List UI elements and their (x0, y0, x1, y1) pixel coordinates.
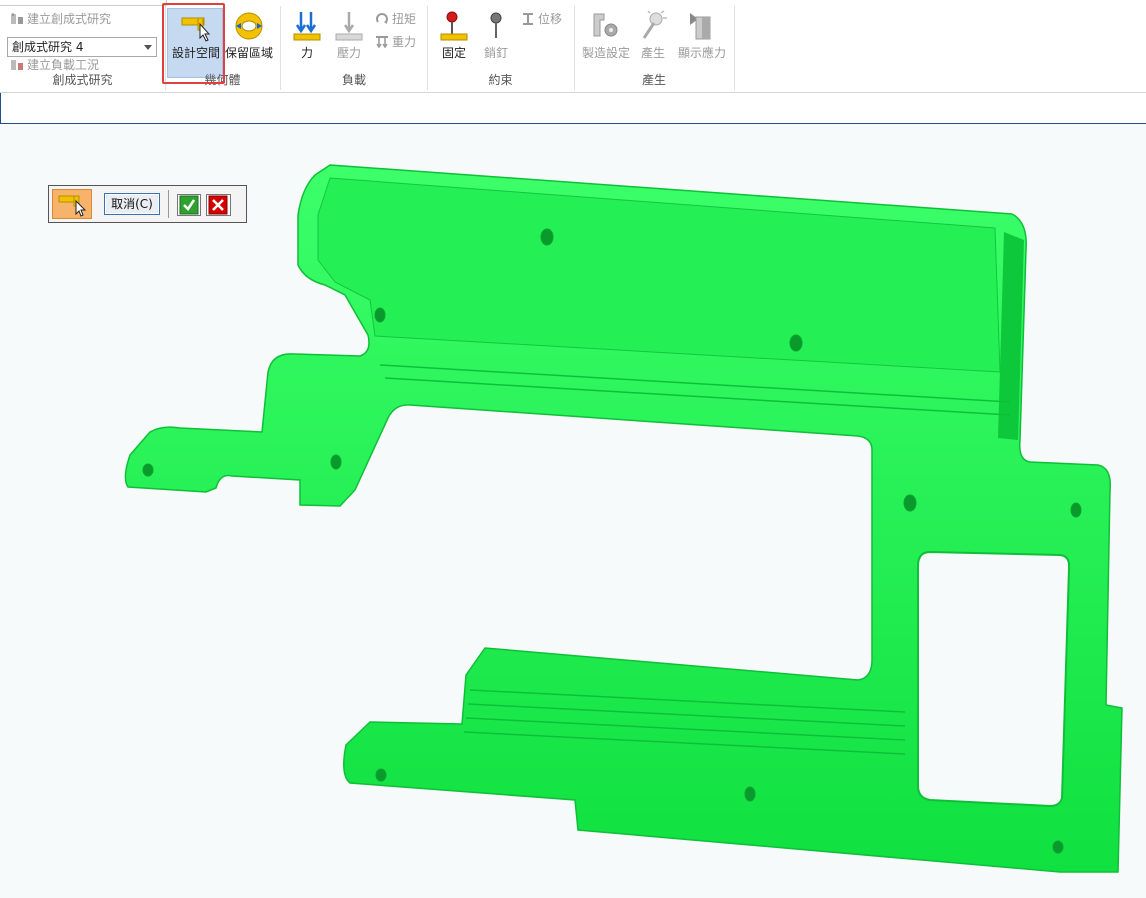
cancel-button[interactable]: 取消(C) (104, 193, 160, 215)
part-model[interactable] (0, 125, 1146, 898)
study-select-value: 創成式研究 4 (12, 40, 84, 54)
group-constraints: 固定 銷釘 位移 約束 (427, 6, 575, 90)
group-label-constraints: 約束 (488, 73, 513, 87)
group-generative-study: 建立創成式研究 創成式研究 4 建立負載工況 創成式研究 (0, 6, 166, 90)
command-strip (0, 93, 1146, 124)
displacement-label: 位移 (538, 12, 563, 26)
show-stress-button[interactable]: 顯示應力 (675, 6, 729, 61)
displacement-icon (523, 12, 533, 25)
pressure-label: 壓力 (336, 46, 361, 60)
group-label-generate: 產生 (641, 73, 666, 87)
generate-label: 產生 (640, 46, 665, 60)
displacement-button[interactable]: 位移 (521, 10, 562, 27)
design-space-icon (58, 195, 87, 217)
preserved-region-button[interactable]: 保留區域 (224, 6, 274, 61)
accept-button[interactable] (177, 194, 201, 216)
force-label: 力 (300, 46, 313, 60)
pin-label: 銷釘 (483, 46, 508, 60)
fixed-button[interactable]: 固定 (437, 6, 471, 61)
graphics-viewport[interactable] (0, 125, 1146, 898)
preserved-region-label: 保留區域 (224, 46, 273, 60)
ribbon: 建立創成式研究 創成式研究 4 建立負載工況 創成式研究 設計空間 保留區域 幾… (0, 0, 1146, 93)
design-space-step-button[interactable] (52, 189, 92, 219)
torque-icon (376, 12, 388, 24)
gravity-button[interactable]: 重力 (375, 33, 416, 50)
study-select[interactable]: 創成式研究 4 (7, 37, 157, 57)
generate-wand-icon (642, 10, 667, 39)
preserved-region-icon (235, 12, 263, 40)
checkmark-icon (179, 195, 199, 215)
close-icon (208, 195, 228, 215)
group-label-loads: 負載 (341, 73, 366, 87)
pressure-icon (335, 12, 363, 41)
manufacturing-gear-icon (593, 13, 618, 37)
manufacturing-settings-button[interactable]: 製造設定 (580, 6, 632, 61)
separator (168, 190, 169, 218)
force-icon (293, 12, 321, 41)
group-label-generative-study: 創成式研究 (52, 73, 113, 87)
create-study-label: 建立創成式研究 (27, 12, 112, 26)
gravity-icon (376, 35, 388, 48)
load-case-icon (11, 59, 23, 70)
close-button[interactable] (206, 194, 231, 216)
gravity-label: 重力 (392, 35, 417, 49)
show-stress-icon (690, 13, 711, 40)
design-space-highlight-frame (162, 3, 225, 84)
pin-button[interactable]: 銷釘 (479, 6, 513, 61)
pressure-button[interactable]: 壓力 (331, 6, 367, 61)
torque-button[interactable]: 扭矩 (375, 10, 416, 27)
create-study-icon (11, 12, 23, 24)
manufacturing-settings-label: 製造設定 (581, 46, 630, 60)
generate-button[interactable]: 產生 (636, 6, 670, 61)
force-button[interactable]: 力 (289, 6, 325, 61)
rect-cutout (917, 550, 1071, 808)
torque-label: 扭矩 (392, 12, 417, 26)
create-study-button[interactable]: 建立創成式研究 (10, 10, 111, 27)
show-stress-label: 顯示應力 (677, 46, 726, 60)
fixed-label: 固定 (441, 46, 466, 60)
chevron-down-icon[interactable] (144, 45, 152, 50)
group-generate: 製造設定 產生 顯示應力 產生 (574, 6, 735, 90)
group-loads: 力 壓力 扭矩 重力 負載 (281, 6, 428, 90)
fixed-pin-icon (440, 11, 468, 41)
design-space-command-bar: 取消(C) (48, 185, 247, 223)
pin-icon (490, 12, 502, 38)
